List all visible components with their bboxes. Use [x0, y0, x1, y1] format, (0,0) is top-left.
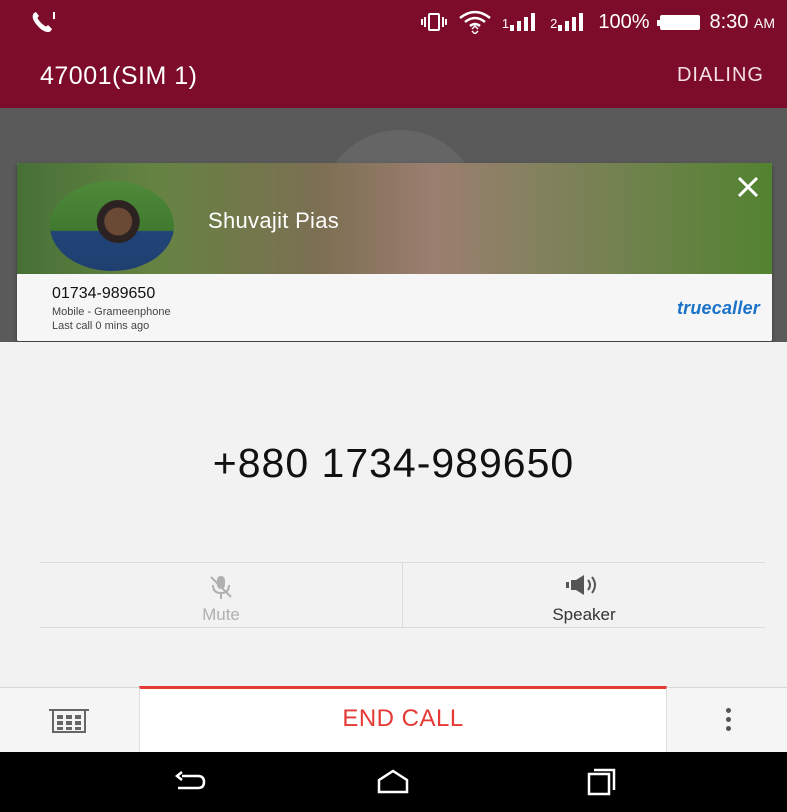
active-call-icon — [32, 12, 55, 32]
call-control-bar: END CALL — [0, 686, 787, 752]
sim2-signal-icon: 2 — [550, 13, 588, 31]
sim2-label: 2 — [550, 16, 558, 31]
call-title-bar: 47001(SIM 1) DIALING — [0, 46, 787, 108]
dialpad-button[interactable] — [0, 688, 139, 752]
wifi-icon — [459, 10, 491, 34]
system-nav-bar — [0, 752, 787, 812]
truecaller-caller-id-card[interactable]: Shuvajit Pias 01734-989650 Mobile - Gram… — [17, 163, 772, 341]
speaker-icon — [566, 575, 596, 595]
sim1-label: 1 — [501, 16, 510, 31]
sim-label: 47001(SIM 1) — [40, 62, 198, 90]
home-icon[interactable] — [373, 766, 413, 798]
status-bar: 1 2 100% 8:30 AM — [0, 0, 787, 46]
close-icon[interactable] — [730, 169, 766, 205]
mute-label: Mute — [202, 605, 240, 624]
truecaller-logo: truecaller — [676, 298, 760, 318]
clock: 8:30 AM — [710, 11, 776, 34]
caller-name: Shuvajit Pias — [208, 208, 340, 233]
call-main-area: +880 1734-989650 Mute Speaker — [0, 342, 787, 687]
recents-icon[interactable] — [582, 766, 622, 798]
caller-details: 01734-989650 Mobile - Grameenphone Last … — [17, 274, 772, 341]
speaker-button[interactable]: Speaker — [402, 563, 765, 627]
call-state: DIALING — [676, 64, 764, 86]
avatar — [50, 181, 174, 271]
end-call-button[interactable]: END CALL — [139, 686, 667, 752]
speaker-label: Speaker — [552, 605, 616, 624]
last-call-info: Last call 0 mins ago — [52, 320, 150, 332]
more-options-button[interactable] — [667, 688, 787, 752]
call-actions: Mute Speaker — [40, 562, 765, 628]
overflow-dot — [726, 726, 731, 731]
caller-number: 01734-989650 — [52, 285, 156, 302]
mic-off-icon — [210, 576, 232, 599]
battery-icon — [656, 14, 700, 30]
overflow-dot — [726, 717, 731, 722]
clock-time: 8:30 — [709, 10, 749, 33]
caller-carrier: Mobile - Grameenphone — [52, 306, 171, 318]
vibrate-icon — [420, 13, 447, 31]
clock-ampm: AM — [754, 14, 775, 31]
dialpad-icon — [49, 709, 89, 733]
back-icon[interactable] — [170, 766, 210, 798]
battery-percent: 100% — [598, 10, 650, 33]
sim1-signal-icon: 1 — [502, 13, 540, 31]
overflow-dot — [726, 708, 731, 713]
dialed-number: +880 1734-989650 — [212, 440, 575, 486]
mute-button[interactable]: Mute — [40, 563, 402, 627]
